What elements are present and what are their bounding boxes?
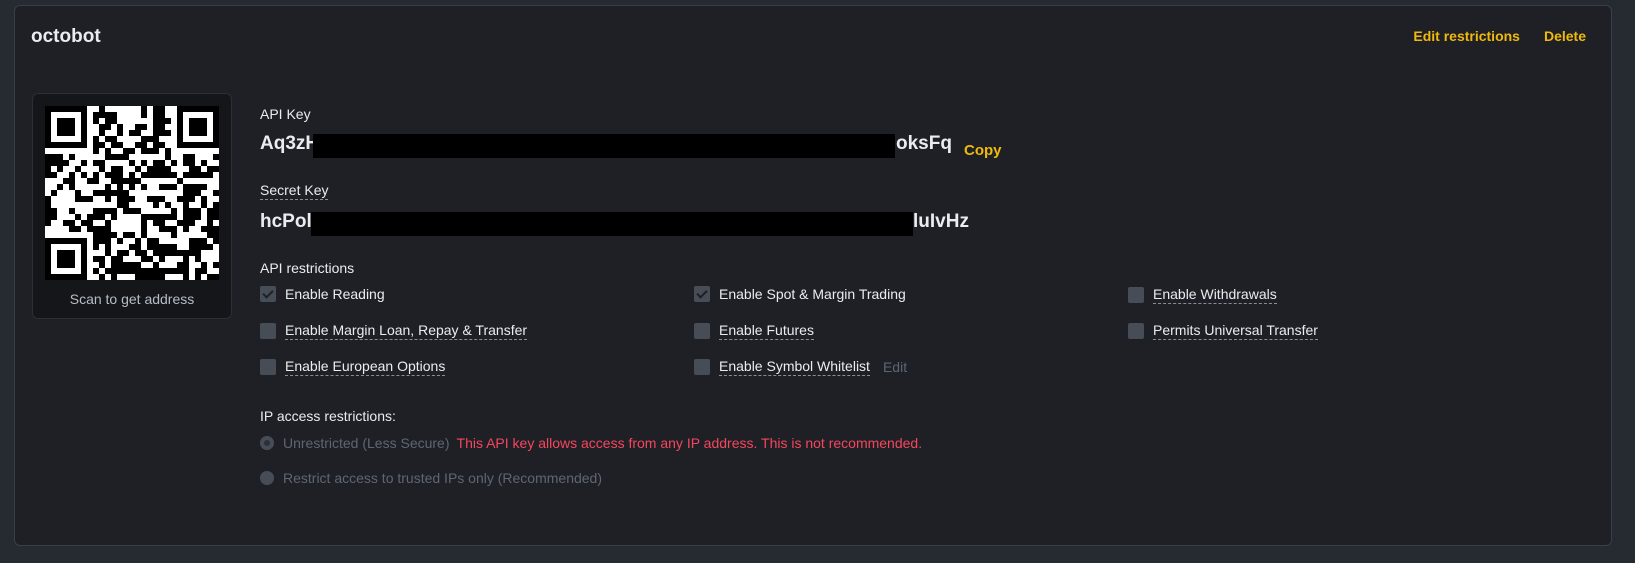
radio-label: Restrict access to trusted IPs only (Rec… (283, 470, 603, 486)
option-enable-european-options[interactable]: Enable European Options (260, 358, 446, 376)
checkbox-icon[interactable] (260, 323, 276, 339)
qr-code-image (45, 106, 219, 280)
option-label: Enable Reading (285, 286, 385, 302)
ip-warning-text: This API key allows access from any IP a… (456, 435, 923, 451)
secret-key-value-prefix: hcPol (260, 211, 312, 232)
radio-unrestricted[interactable]: Unrestricted (Less Secure) This API key … (260, 435, 922, 451)
option-label: Permits Universal Transfer (1153, 322, 1318, 340)
secret-key-value-suffix: luIvHz (913, 211, 969, 232)
radio-icon[interactable] (260, 471, 274, 485)
option-enable-symbol-whitelist[interactable]: Enable Symbol Whitelist Edit (694, 358, 907, 376)
option-enable-withdrawals[interactable]: Enable Withdrawals (1128, 286, 1277, 304)
delete-link[interactable]: Delete (1544, 28, 1586, 44)
checkbox-icon[interactable] (694, 323, 710, 339)
ip-restrictions-label: IP access restrictions: (260, 408, 396, 424)
secret-key-redaction (311, 212, 913, 236)
checkbox-icon[interactable] (1128, 323, 1144, 339)
card-actions: Edit restrictions Delete (1413, 28, 1586, 44)
option-label: Enable Futures (719, 322, 814, 340)
api-key-name: octobot (31, 26, 101, 47)
radio-label: Unrestricted (Less Secure) (283, 435, 450, 451)
api-restrictions-label: API restrictions (260, 260, 355, 276)
option-label: Enable Spot & Margin Trading (719, 286, 906, 302)
checkbox-icon[interactable] (1128, 287, 1144, 303)
option-label: Enable Symbol Whitelist (719, 358, 870, 376)
checkbox-icon[interactable] (260, 359, 276, 375)
api-key-value-prefix: Aq3zH (260, 133, 320, 154)
qr-code-panel: Scan to get address (32, 93, 232, 319)
symbol-whitelist-edit-link[interactable]: Edit (883, 359, 907, 375)
api-key-card: octobot Edit restrictions Delete Scan to… (14, 5, 1612, 546)
copy-api-key-button[interactable]: Copy (964, 142, 1002, 159)
option-enable-margin-loan[interactable]: Enable Margin Loan, Repay & Transfer (260, 322, 528, 340)
checkbox-icon[interactable] (694, 286, 710, 302)
api-key-value-suffix: oksFq (896, 133, 952, 154)
option-label: Enable Withdrawals (1153, 286, 1277, 304)
qr-caption: Scan to get address (69, 291, 195, 307)
api-key-redaction (313, 134, 895, 158)
option-enable-reading[interactable]: Enable Reading (260, 286, 385, 302)
option-label: Enable Margin Loan, Repay & Transfer (285, 322, 528, 340)
edit-restrictions-link[interactable]: Edit restrictions (1413, 28, 1520, 44)
api-key-label: API Key (260, 106, 311, 122)
radio-icon[interactable] (260, 436, 274, 450)
secret-key-label-wrap: Secret Key (260, 182, 329, 200)
radio-restricted[interactable]: Restrict access to trusted IPs only (Rec… (260, 470, 602, 486)
option-label: Enable European Options (285, 358, 446, 376)
option-enable-spot-margin-trading[interactable]: Enable Spot & Margin Trading (694, 286, 906, 302)
checkbox-icon[interactable] (260, 286, 276, 302)
option-enable-futures[interactable]: Enable Futures (694, 322, 814, 340)
checkbox-icon[interactable] (694, 359, 710, 375)
option-permits-universal-transfer[interactable]: Permits Universal Transfer (1128, 322, 1318, 340)
secret-key-label: Secret Key (260, 182, 329, 200)
